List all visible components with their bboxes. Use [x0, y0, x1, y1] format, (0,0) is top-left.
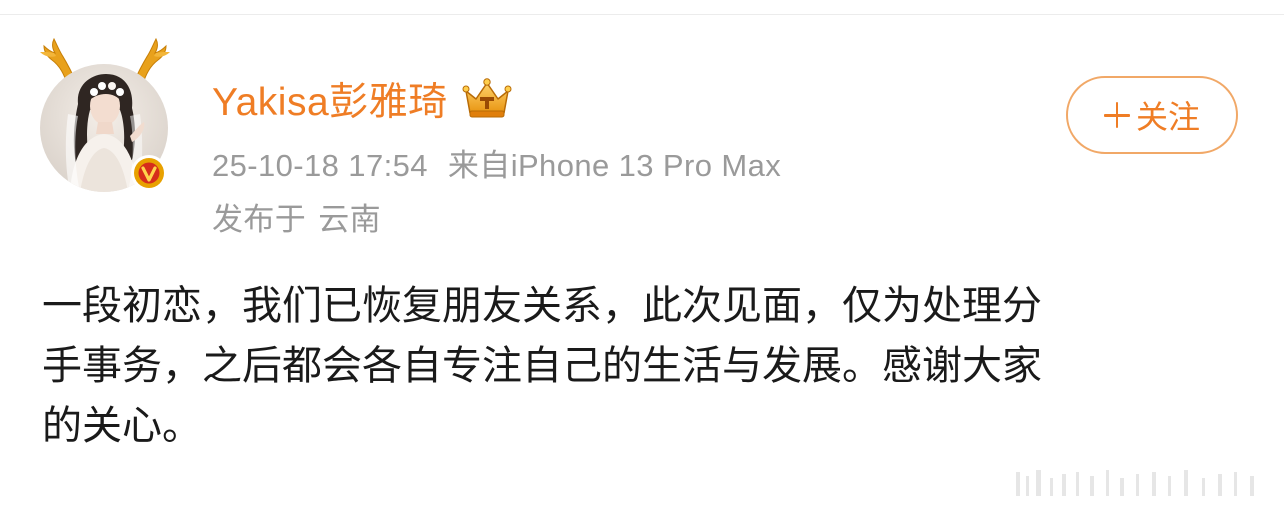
post-body-line: 一段初恋，我们已恢复朋友关系，此次见面，仅为处理分 — [42, 283, 1042, 329]
username-row: Yakisa彭雅琦 — [212, 74, 512, 124]
post-source: 来自iPhone 13 Pro Max — [447, 148, 782, 183]
weibo-post-card: Yakisa彭雅琦 25-10-18 17:54 来自iPhone 13 Pro … — [0, 0, 1284, 508]
watermark-icon — [1016, 470, 1254, 496]
vip-crown-icon[interactable] — [462, 77, 512, 121]
username[interactable]: Yakisa彭雅琦 — [212, 71, 448, 127]
location-name: 云南 — [318, 202, 382, 237]
plus-icon — [1103, 102, 1130, 128]
post-location: 发布于 云南 — [212, 194, 381, 239]
post-meta: 25-10-18 17:54 来自iPhone 13 Pro Max — [212, 140, 781, 185]
post-body-line: 手事务，之后都会各自专注自己的生活与发展。感谢大家 — [42, 343, 1042, 389]
top-divider — [0, 14, 1284, 15]
follow-button-label: 关注 — [1135, 99, 1200, 135]
follow-button[interactable]: 关注 — [1066, 76, 1238, 154]
post-body: 一段初恋，我们已恢复朋友关系，此次见面，仅为处理分 手事务，之后都会各自专注自己… — [42, 276, 1252, 456]
verified-v-badge-icon — [131, 155, 167, 191]
location-prefix: 发布于 — [212, 202, 307, 237]
post-timestamp[interactable]: 25-10-18 17:54 — [212, 148, 428, 183]
avatar-block[interactable] — [36, 38, 176, 192]
post-body-line: 的关心。 — [42, 403, 202, 449]
